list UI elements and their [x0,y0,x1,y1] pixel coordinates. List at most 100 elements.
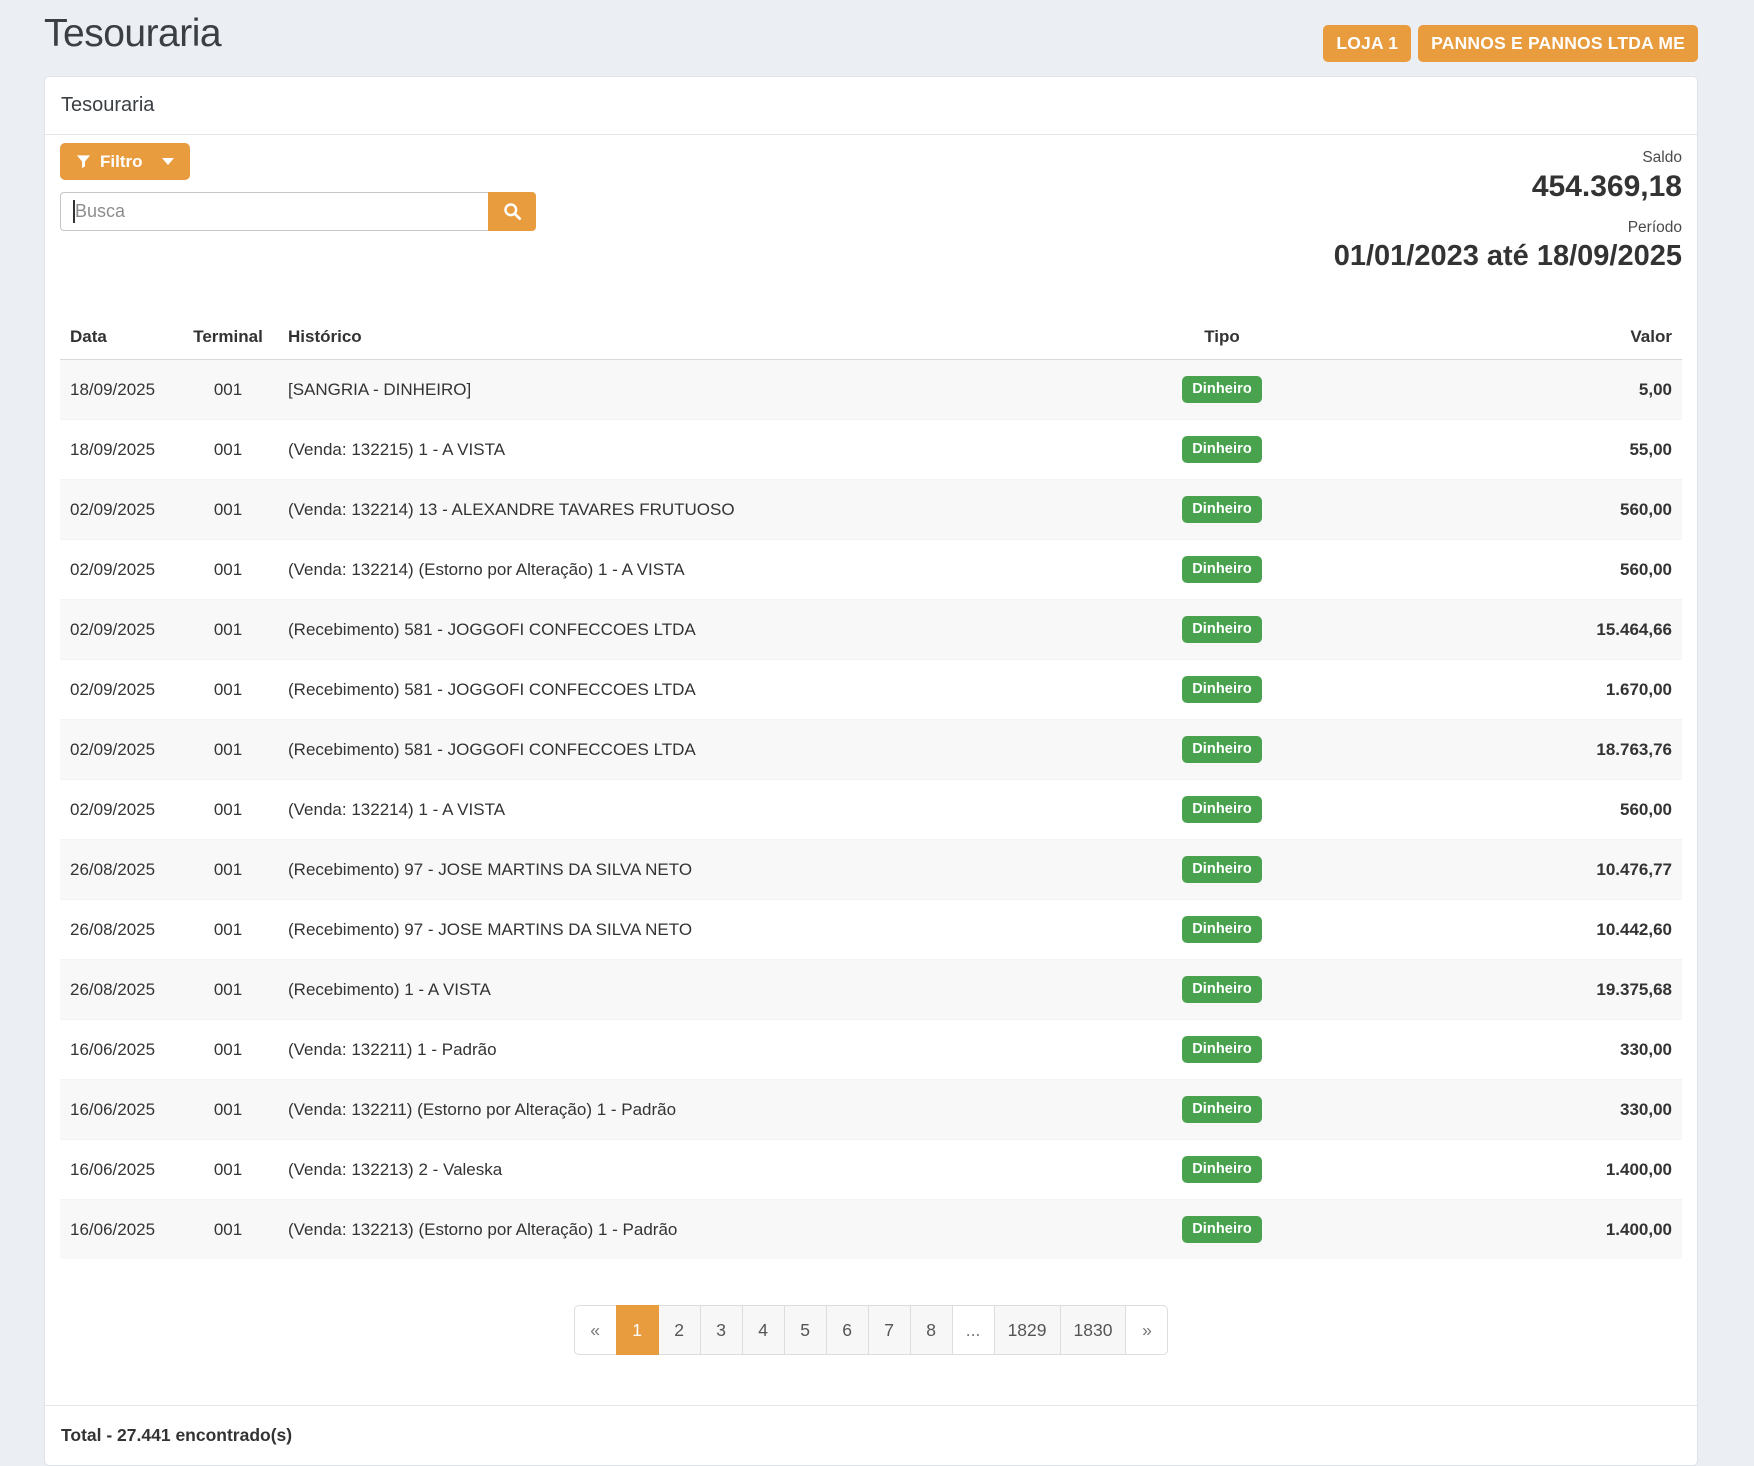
cell-tipo: Dinheiro [1157,420,1287,480]
tipo-badge: Dinheiro [1182,376,1262,403]
cell-historico: (Recebimento) 97 - JOSE MARTINS DA SILVA… [278,900,1157,960]
search-button[interactable] [488,192,536,231]
cell-historico: (Venda: 132213) (Estorno por Alteração) … [278,1200,1157,1260]
table-row: 16/06/2025 001 (Venda: 132213) 2 - Vales… [60,1140,1682,1200]
cell-valor: 19.375,68 [1287,960,1682,1020]
cell-tipo: Dinheiro [1157,840,1287,900]
cell-tipo: Dinheiro [1157,360,1287,420]
pagination-item[interactable]: 1 [616,1305,659,1355]
tipo-badge: Dinheiro [1182,796,1262,823]
tipo-badge: Dinheiro [1182,1096,1262,1123]
cell-historico: (Recebimento) 1 - A VISTA [278,960,1157,1020]
table-row: 16/06/2025 001 (Venda: 132211) 1 - Padrã… [60,1020,1682,1080]
pagination-item[interactable]: 3 [700,1305,743,1355]
pagination-item[interactable]: 7 [868,1305,911,1355]
cell-historico: (Venda: 132214) (Estorno por Alteração) … [278,540,1157,600]
pagination-item[interactable]: 2 [658,1305,701,1355]
pagination-item[interactable]: 8 [910,1305,953,1355]
cell-valor: 1.670,00 [1287,660,1682,720]
periodo-value: 01/01/2023 até 18/09/2025 [1334,240,1682,273]
periodo-label: Período [1334,219,1682,237]
cell-tipo: Dinheiro [1157,1020,1287,1080]
cell-historico: (Venda: 132215) 1 - A VISTA [278,420,1157,480]
tipo-badge: Dinheiro [1182,616,1262,643]
cell-valor: 560,00 [1287,780,1682,840]
filter-button[interactable]: Filtro [60,143,190,180]
cell-terminal: 001 [178,420,278,480]
text-cursor [73,200,75,223]
total-count: Total - 27.441 encontrado(s) [45,1405,1697,1465]
store-button[interactable]: LOJA 1 [1323,25,1411,62]
cell-data: 26/08/2025 [60,960,178,1020]
table-row: 02/09/2025 001 (Recebimento) 581 - JOGGO… [60,600,1682,660]
cell-tipo: Dinheiro [1157,1200,1287,1260]
saldo-value: 454.369,18 [1334,170,1682,204]
cell-historico: [SANGRIA - DINHEIRO] [278,360,1157,420]
pagination-item[interactable]: 4 [742,1305,785,1355]
cell-tipo: Dinheiro [1157,780,1287,840]
page-header: Tesouraria LOJA 1 PANNOS E PANNOS LTDA M… [44,10,1698,62]
cell-valor: 18.763,76 [1287,720,1682,780]
cell-historico: (Recebimento) 581 - JOGGOFI CONFECCOES L… [278,600,1157,660]
cell-data: 16/06/2025 [60,1020,178,1080]
cell-tipo: Dinheiro [1157,660,1287,720]
cell-historico: (Venda: 132211) 1 - Padrão [278,1020,1157,1080]
filter-funnel-icon [76,154,91,169]
cell-tipo: Dinheiro [1157,480,1287,540]
pagination-item: ... [952,1305,995,1355]
search-input[interactable] [60,192,488,231]
cell-data: 26/08/2025 [60,900,178,960]
cell-terminal: 001 [178,1020,278,1080]
cell-tipo: Dinheiro [1157,600,1287,660]
table-row: 26/08/2025 001 (Recebimento) 97 - JOSE M… [60,900,1682,960]
company-button[interactable]: PANNOS E PANNOS LTDA ME [1418,25,1698,62]
tipo-badge: Dinheiro [1182,496,1262,523]
cell-data: 02/09/2025 [60,600,178,660]
pagination-item[interactable]: « [574,1305,617,1355]
cell-terminal: 001 [178,780,278,840]
pagination-item[interactable]: 1829 [994,1305,1061,1355]
cell-tipo: Dinheiro [1157,1140,1287,1200]
column-header-valor: Valor [1287,315,1682,360]
cell-historico: (Recebimento) 97 - JOSE MARTINS DA SILVA… [278,840,1157,900]
table-row: 26/08/2025 001 (Recebimento) 97 - JOSE M… [60,840,1682,900]
cell-terminal: 001 [178,360,278,420]
card-title: Tesouraria [45,77,1697,135]
cell-valor: 5,00 [1287,360,1682,420]
summary-panel: Saldo 454.369,18 Período 01/01/2023 até … [1334,143,1682,273]
cell-historico: (Recebimento) 581 - JOGGOFI CONFECCOES L… [278,660,1157,720]
cell-data: 16/06/2025 [60,1080,178,1140]
cell-valor: 560,00 [1287,480,1682,540]
cell-terminal: 001 [178,1140,278,1200]
page-title: Tesouraria [44,12,221,56]
pagination-item[interactable]: 1830 [1060,1305,1127,1355]
table-row: 02/09/2025 001 (Venda: 132214) 13 - ALEX… [60,480,1682,540]
table-row: 18/09/2025 001 (Venda: 132215) 1 - A VIS… [60,420,1682,480]
table-row: 16/06/2025 001 (Venda: 132211) (Estorno … [60,1080,1682,1140]
cell-terminal: 001 [178,720,278,780]
cell-terminal: 001 [178,840,278,900]
toolbar: Filtro Saldo 454.369,18 Período [60,143,1682,273]
tipo-badge: Dinheiro [1182,976,1262,1003]
saldo-label: Saldo [1334,149,1682,167]
pagination-item[interactable]: 5 [784,1305,827,1355]
cell-data: 18/09/2025 [60,420,178,480]
cell-historico: (Recebimento) 581 - JOGGOFI CONFECCOES L… [278,720,1157,780]
cell-tipo: Dinheiro [1157,720,1287,780]
cell-terminal: 001 [178,900,278,960]
cell-tipo: Dinheiro [1157,960,1287,1020]
cell-data: 16/06/2025 [60,1140,178,1200]
chevron-down-icon [162,158,174,165]
tipo-badge: Dinheiro [1182,436,1262,463]
cell-data: 26/08/2025 [60,840,178,900]
cell-tipo: Dinheiro [1157,900,1287,960]
table-row: 02/09/2025 001 (Recebimento) 581 - JOGGO… [60,660,1682,720]
search-icon [503,202,522,221]
column-header-tipo: Tipo [1157,315,1287,360]
cell-valor: 330,00 [1287,1080,1682,1140]
cell-valor: 1.400,00 [1287,1140,1682,1200]
pagination-item[interactable]: 6 [826,1305,869,1355]
cell-terminal: 001 [178,1200,278,1260]
pagination-item[interactable]: » [1125,1305,1168,1355]
cell-terminal: 001 [178,480,278,540]
